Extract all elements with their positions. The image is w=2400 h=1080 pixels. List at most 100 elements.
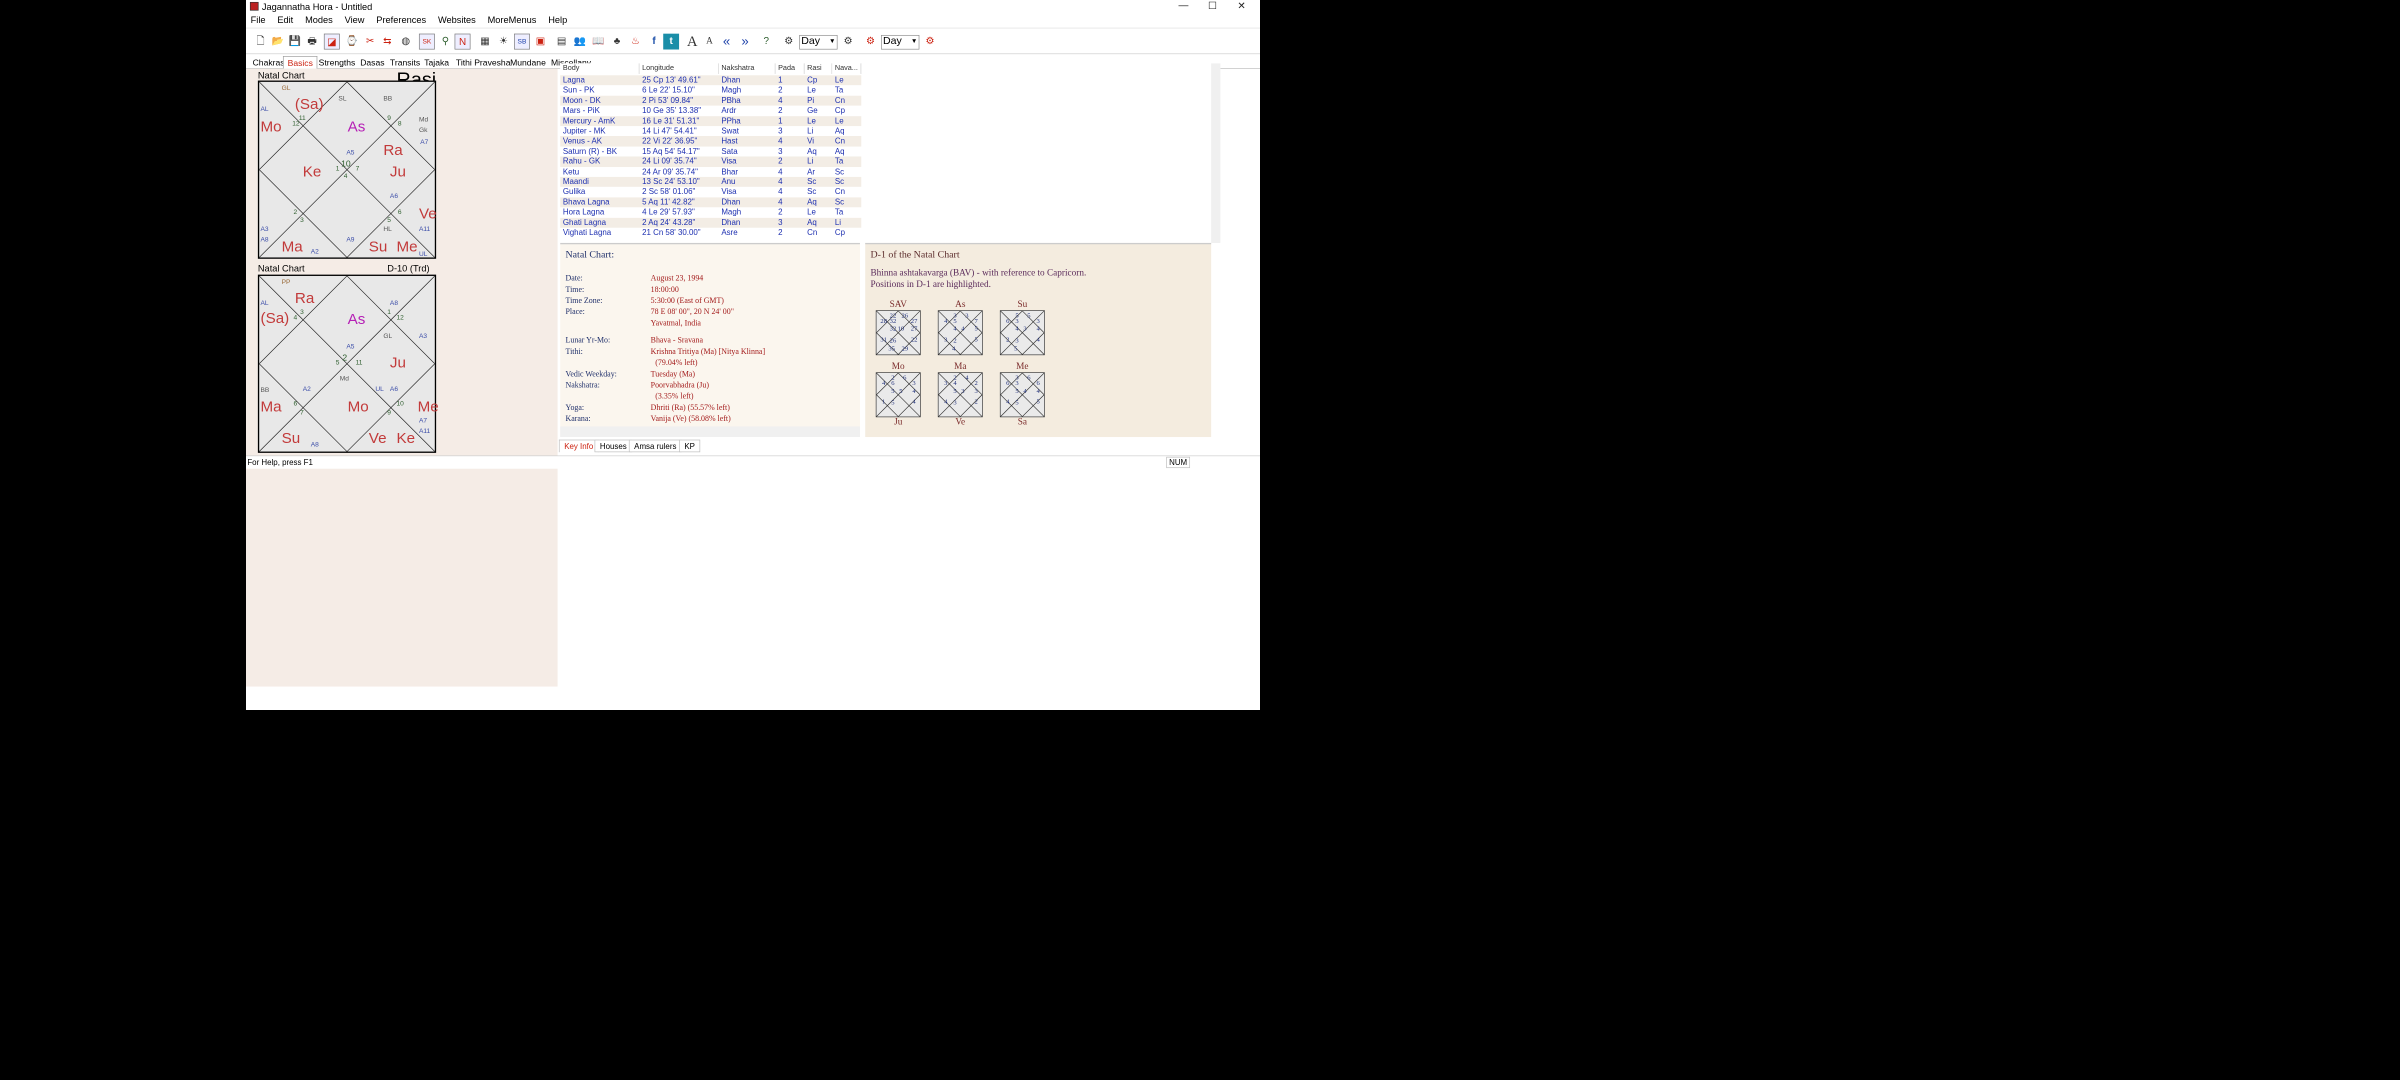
menu-edit[interactable]: Edit [273, 13, 298, 26]
table-row[interactable]: Hora Lagna 4 Le 29' 57.93" Magh 2 Le Ta [560, 207, 861, 217]
table-cell: 14 Li 47' 54.41" [642, 126, 697, 136]
font-large-icon[interactable]: A [684, 33, 700, 50]
tree-icon[interactable]: ♣ [609, 34, 625, 50]
sun-icon[interactable]: ☀ [496, 34, 512, 50]
open-folder-icon[interactable]: 📂 [270, 34, 286, 50]
table-row[interactable]: Mercury - AmK 16 Le 31' 51.31" PPha 1 Le Le [560, 115, 862, 127]
tab-tajaka[interactable]: Tajaka [420, 56, 453, 69]
wheel-icon[interactable]: ⚙ [781, 34, 797, 50]
grid-icon[interactable]: ▦ [477, 34, 493, 50]
sb-icon[interactable]: SB [514, 33, 530, 50]
new-file-icon[interactable]: 🗋 [253, 34, 269, 50]
tab-amsa-rulers[interactable]: Amsa rulers [628, 439, 682, 453]
book-icon[interactable]: 📖 [591, 34, 607, 50]
wheel-back-icon[interactable]: ⚙ [840, 34, 856, 50]
col-nakshatra[interactable]: Nakshatra [718, 63, 776, 74]
keyinfo-value: Bhava - Sravana [650, 335, 704, 345]
tab-strengths[interactable]: Strengths [315, 56, 360, 69]
chart2-n3: 3 [300, 308, 304, 317]
wheel-red-icon[interactable]: ⚙ [922, 34, 938, 50]
bav-cell-value: 26 [901, 312, 909, 320]
menu-file[interactable]: File [246, 13, 270, 26]
table-cell: Cp [807, 75, 818, 85]
print-icon[interactable]: 🖶 [304, 34, 320, 50]
table-row[interactable]: Ketu 24 Ar 09' 35.74" Bhar 4 Ar Sc [560, 167, 861, 177]
bav-chart[interactable]: 26463554154 [875, 372, 921, 418]
save-icon[interactable]: 💾 [287, 34, 303, 50]
col-longitude[interactable]: Longitude [639, 63, 719, 74]
menu-preferences[interactable]: Preferences [372, 13, 431, 26]
square-icon[interactable]: ▣ [533, 34, 549, 50]
tab-houses[interactable]: Houses [594, 439, 632, 453]
table-row[interactable]: Rahu - GK 24 Li 09' 35.74" Visa 2 Li Ta [560, 156, 862, 167]
bav-chart[interactable]: 22 26 28 32 27 32 10 27 31 26 22 35 29 [875, 310, 921, 356]
table-row[interactable]: Jupiter - MK 14 Li 47' 54.41" Swat 3 Li Aq [560, 126, 861, 136]
table-row[interactable]: Mars - PiK 10 Ge 35' 13.38" Ardr 2 Ge Cp [560, 106, 861, 116]
table-cell: 1 [778, 75, 783, 85]
table-row[interactable]: Vighati Lagna 21 Cn 58' 30.00" Asre 2 Cn Cp [560, 228, 861, 238]
fire-icon[interactable]: ♨ [628, 34, 644, 50]
facebook-icon[interactable]: f [646, 33, 662, 50]
tab-dasas[interactable]: Dasas [356, 56, 388, 69]
table-row[interactable]: Moon - DK 2 Pi 53' 09.84" PBha 4 Pi Cn [560, 95, 862, 106]
bav-chart[interactable]: 36636544455 [999, 372, 1045, 418]
data-icon[interactable]: ⌚ [344, 34, 360, 50]
twitter-icon[interactable]: t [663, 33, 680, 50]
find-icon[interactable]: ⚲ [437, 34, 453, 50]
bav-chart[interactable]: 334574453254 [937, 310, 983, 356]
keyinfo-hscrollbar[interactable] [560, 426, 860, 438]
col-pada[interactable]: Pada [775, 63, 805, 74]
scissors-icon[interactable]: ✂ [362, 34, 378, 50]
keyinfo-label: Time Zone: [565, 295, 603, 305]
table-row[interactable]: Maandi 13 Sc 24' 53.10" Anu 4 Sc Sc [560, 176, 862, 188]
table-cell: Sc [834, 197, 845, 207]
minimize-button[interactable]: — [1169, 0, 1198, 13]
font-small-icon[interactable]: A [702, 34, 718, 50]
wheel-fwd-icon[interactable]: ⚙ [863, 34, 879, 50]
table-row[interactable]: Lagna 25 Cp 13' 49.61" Dhan 1 Cp Le [560, 75, 862, 86]
tab-mundane[interactable]: Mundane [506, 56, 550, 69]
interval-select-1[interactable]: Day ▼ [799, 34, 838, 50]
table-row[interactable]: Gulika 2 Sc 58' 01.06" Visa 4 Sc Cn [560, 187, 861, 197]
d10-chart[interactable]: PP Ra AL (Sa) As A8 1 12 4 3 A5 GL A3 5 … [257, 274, 439, 453]
tab-basics[interactable]: Basics [282, 56, 318, 69]
col-nava[interactable]: Nava... [832, 63, 862, 74]
bav-cell-value: 4 [882, 379, 886, 387]
menu-help[interactable]: Help [544, 13, 572, 26]
n-icon[interactable]: N [454, 33, 471, 50]
bav-chart[interactable]: 24342533432 [937, 372, 983, 418]
table-row[interactable]: Venus - AK 22 Vi 22' 36.95" Hast 4 Vi Cn [560, 136, 862, 147]
bav-cell-value: 2 [1006, 336, 1010, 344]
menu-view[interactable]: View [340, 13, 369, 26]
chart2-al: AL [260, 299, 269, 307]
prev-icon[interactable]: « [719, 34, 735, 50]
table-row[interactable]: Sun - PK 6 Le 22' 15.10" Magh 2 Le Ta [560, 85, 861, 95]
col-rasi[interactable]: Rasi [804, 63, 833, 74]
col-body[interactable]: Body [560, 63, 640, 74]
chart2-n4: 4 [293, 314, 298, 322]
help-icon[interactable]: ? [758, 34, 774, 50]
rasi-chart[interactable]: GL (Sa) SL BB AL Mo As Md Gk 1 2 11 9 8 A… [257, 80, 437, 259]
menu-modes[interactable]: Modes [300, 13, 337, 26]
menu-websites[interactable]: Websites [433, 13, 480, 26]
bav-chart[interactable]: 556334342345 [999, 310, 1045, 356]
maximize-button[interactable]: ☐ [1198, 0, 1227, 13]
table-scrollbar[interactable] [1211, 63, 1221, 243]
table-row[interactable]: Saturn (R) - BK 15 Aq 54' 54.17" Sata 3 Aq Aq [560, 146, 861, 156]
tab-transits[interactable]: Transits [386, 56, 424, 69]
chart-icon[interactable]: ◪ [323, 33, 340, 50]
people-icon[interactable]: 👥 [572, 34, 588, 50]
tab-tithi-pravesha[interactable]: Tithi Pravesha [452, 56, 514, 69]
close-button[interactable]: ✕ [1227, 0, 1256, 13]
tab-key-info[interactable]: Key Info [558, 439, 599, 453]
table-row[interactable]: Bhava Lagna 5 Aq 11' 42.82" Dhan 4 Aq Sc [560, 197, 862, 208]
interval-select-2[interactable]: Day ▼ [881, 34, 920, 50]
globe-icon[interactable]: ◍ [398, 34, 414, 50]
menu-moremenus[interactable]: MoreMenus [483, 13, 541, 26]
next-icon[interactable]: » [737, 34, 753, 50]
sk-icon[interactable]: SK [418, 33, 435, 50]
table-row[interactable]: Ghati Lagna 2 Aq 24' 43.28" Dhan 3 Aq Li [560, 217, 862, 228]
tab-kp[interactable]: KP [679, 439, 701, 453]
transfer-icon[interactable]: ⇆ [379, 34, 395, 50]
table-icon[interactable]: ▤ [554, 34, 570, 50]
